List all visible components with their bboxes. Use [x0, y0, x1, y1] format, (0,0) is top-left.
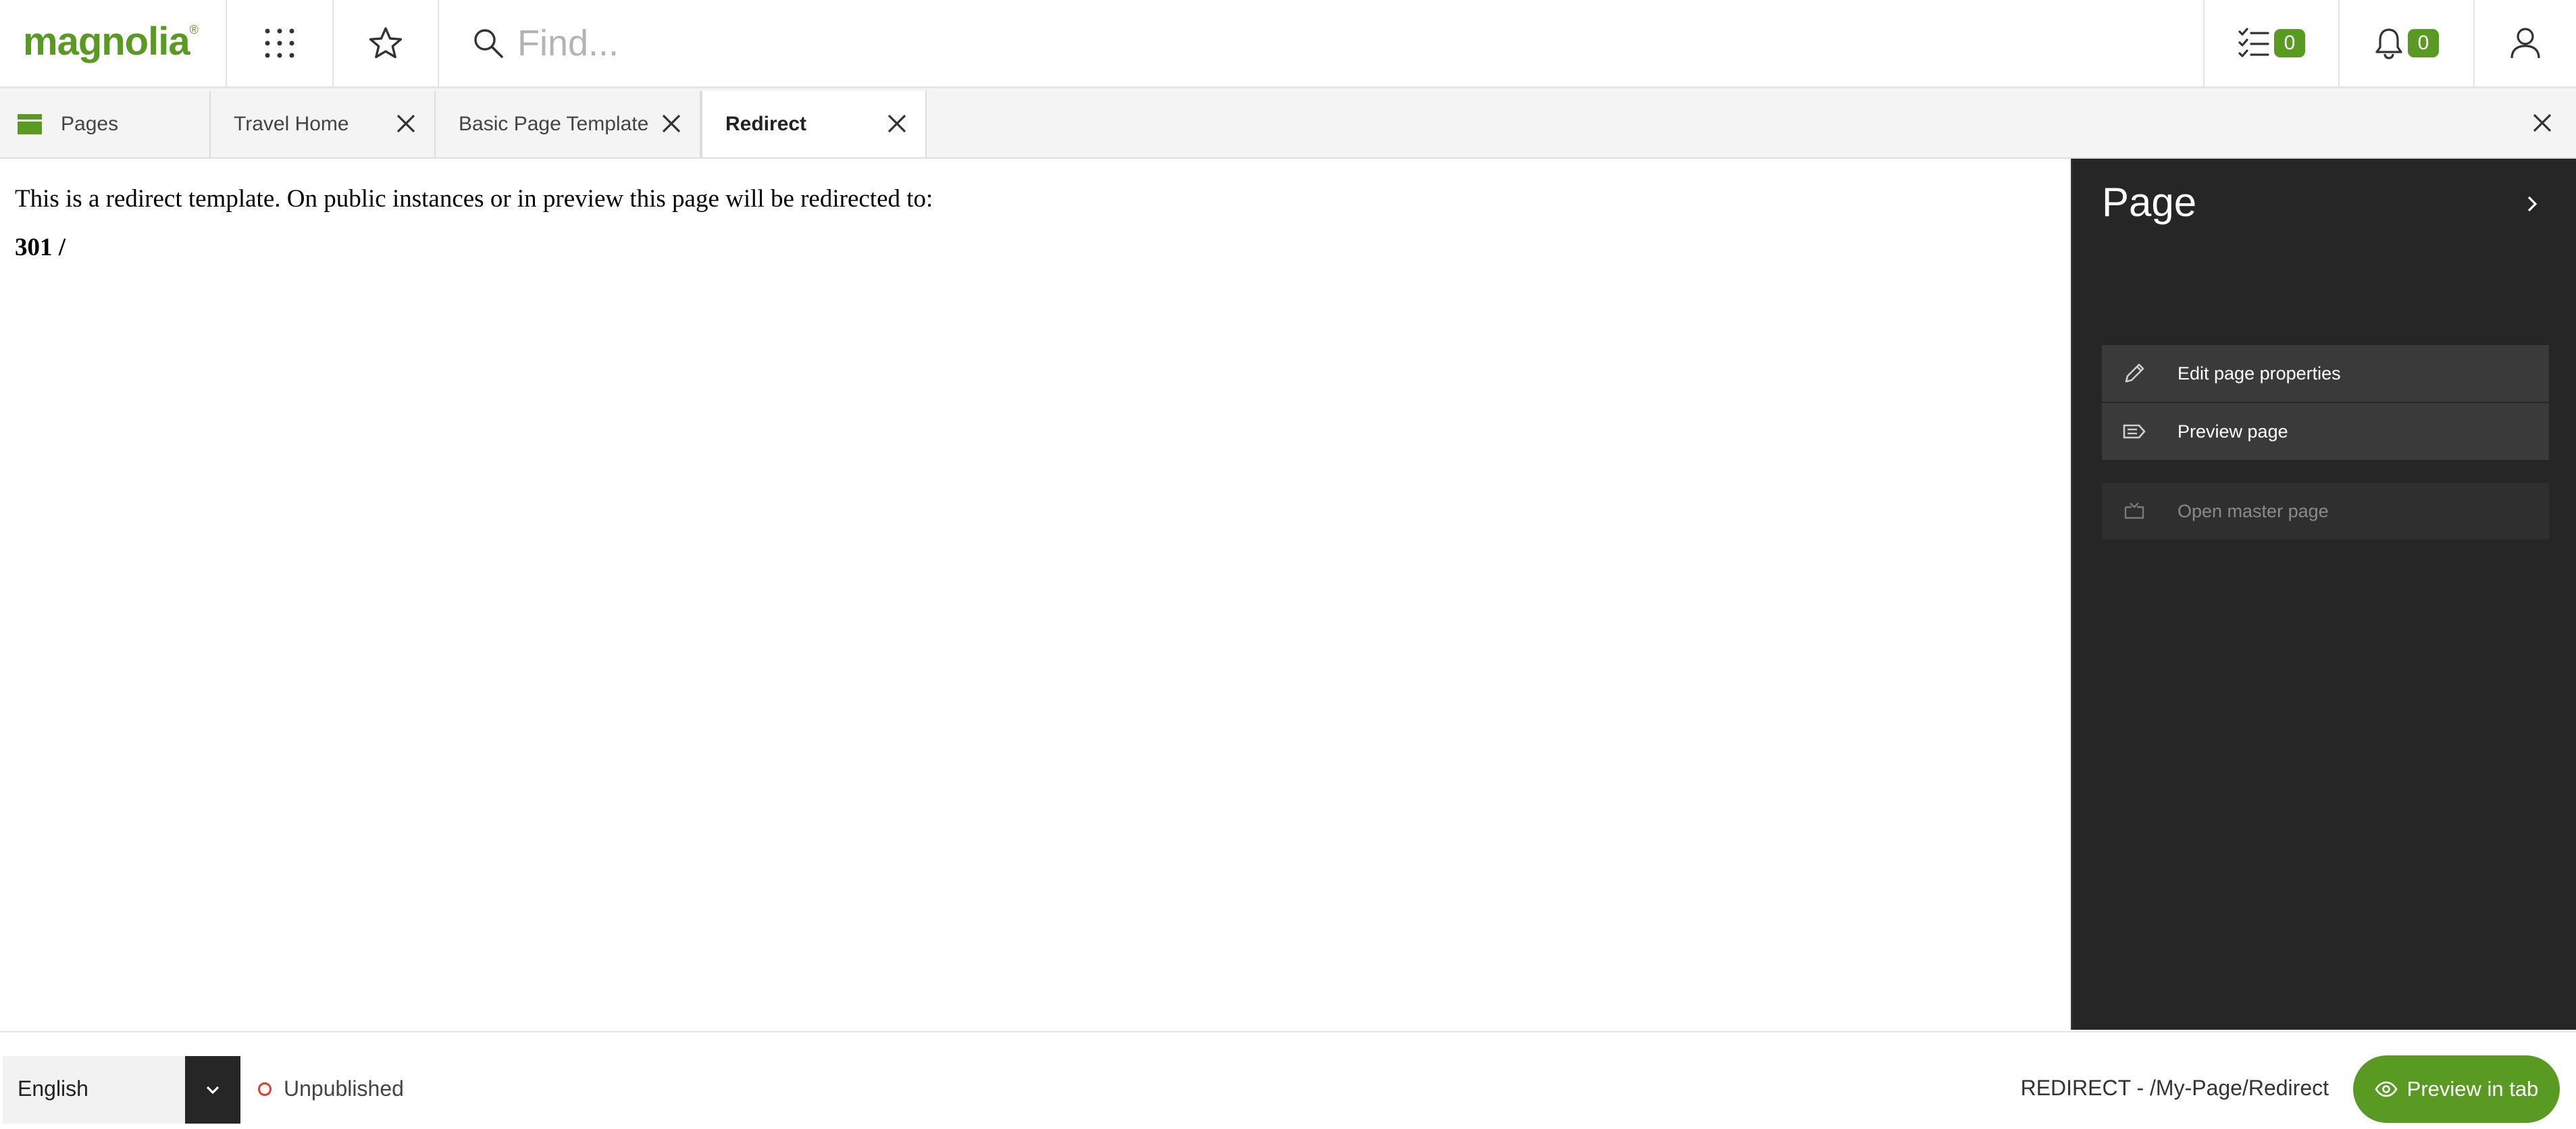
- action-label: Preview page: [2178, 421, 2288, 442]
- open-master-page-action: Open master page: [2102, 483, 2549, 540]
- tab-pages[interactable]: Pages: [0, 91, 211, 157]
- tab-bar: Pages Travel Home Basic Page Template Re…: [0, 88, 2576, 159]
- close-app-icon[interactable]: [2531, 112, 2553, 134]
- edit-page-properties-action[interactable]: Edit page properties: [2102, 345, 2549, 402]
- tab-label: Pages: [61, 113, 119, 135]
- topbar-divider: [438, 0, 439, 86]
- eye-icon: [2375, 1081, 2398, 1097]
- preview-tag-icon: [2121, 418, 2148, 445]
- top-bar: magnolia® Find... 0 0: [0, 0, 2576, 88]
- grid-icon: [263, 27, 296, 59]
- action-panel: Page Edit page properties Preview page O…: [2071, 159, 2576, 1030]
- search-box[interactable]: [473, 16, 1734, 70]
- star-icon: [368, 26, 403, 60]
- search-input[interactable]: [516, 22, 1734, 65]
- search-icon: [473, 28, 504, 59]
- status-label: Unpublished: [284, 1076, 404, 1101]
- preview-in-tab-button[interactable]: Preview in tab: [2353, 1055, 2560, 1123]
- language-select[interactable]: English: [3, 1056, 240, 1124]
- tab-travel-home[interactable]: Travel Home: [211, 91, 436, 157]
- master-page-icon: [2121, 498, 2148, 525]
- close-icon[interactable]: [395, 113, 417, 134]
- notifications-count-badge: 0: [2408, 29, 2439, 57]
- tasks-icon: [2238, 28, 2270, 59]
- close-icon[interactable]: [886, 113, 908, 134]
- chevron-right-icon[interactable]: [2522, 194, 2542, 214]
- chevron-down-icon[interactable]: [185, 1056, 240, 1124]
- bell-icon: [2374, 27, 2404, 59]
- redirect-message: This is a redirect template. On public i…: [15, 185, 933, 213]
- action-label: Edit page properties: [2178, 363, 2341, 384]
- user-menu-button[interactable]: [2475, 0, 2576, 86]
- favorites-button[interactable]: [334, 0, 438, 86]
- page-path: REDIRECT - /My-Page/Redirect: [2020, 1076, 2329, 1100]
- tab-redirect[interactable]: Redirect: [701, 91, 927, 157]
- action-label: Open master page: [2178, 500, 2329, 521]
- pages-app-icon: [18, 114, 42, 134]
- status-bar: English Unpublished REDIRECT - /My-Page/…: [0, 1031, 2576, 1129]
- tasks-button[interactable]: 0: [2205, 0, 2338, 86]
- tab-label: Travel Home: [234, 113, 349, 135]
- tab-label: Basic Page Template: [459, 113, 649, 135]
- logo-registered-mark: ®: [189, 23, 199, 36]
- panel-title: Page: [2102, 180, 2197, 225]
- notifications-button[interactable]: 0: [2340, 0, 2473, 86]
- page-preview: This is a redirect template. On public i…: [0, 159, 2071, 1031]
- app-launcher-button[interactable]: [227, 0, 332, 86]
- tab-basic-page-template[interactable]: Basic Page Template: [436, 91, 701, 157]
- magnolia-logo[interactable]: magnolia®: [23, 15, 199, 69]
- tab-label: Redirect: [725, 113, 807, 135]
- pencil-icon: [2121, 360, 2148, 387]
- logo-text: magnolia: [23, 20, 190, 63]
- status-circle-icon: [258, 1082, 272, 1096]
- redirect-target: 301 /: [15, 234, 66, 261]
- tasks-count-badge: 0: [2274, 29, 2305, 57]
- language-value: English: [18, 1076, 88, 1101]
- user-icon: [2510, 27, 2541, 59]
- publication-status: Unpublished: [258, 1076, 404, 1101]
- close-icon[interactable]: [661, 113, 682, 134]
- button-label: Preview in tab: [2406, 1077, 2539, 1101]
- preview-page-action[interactable]: Preview page: [2102, 403, 2549, 460]
